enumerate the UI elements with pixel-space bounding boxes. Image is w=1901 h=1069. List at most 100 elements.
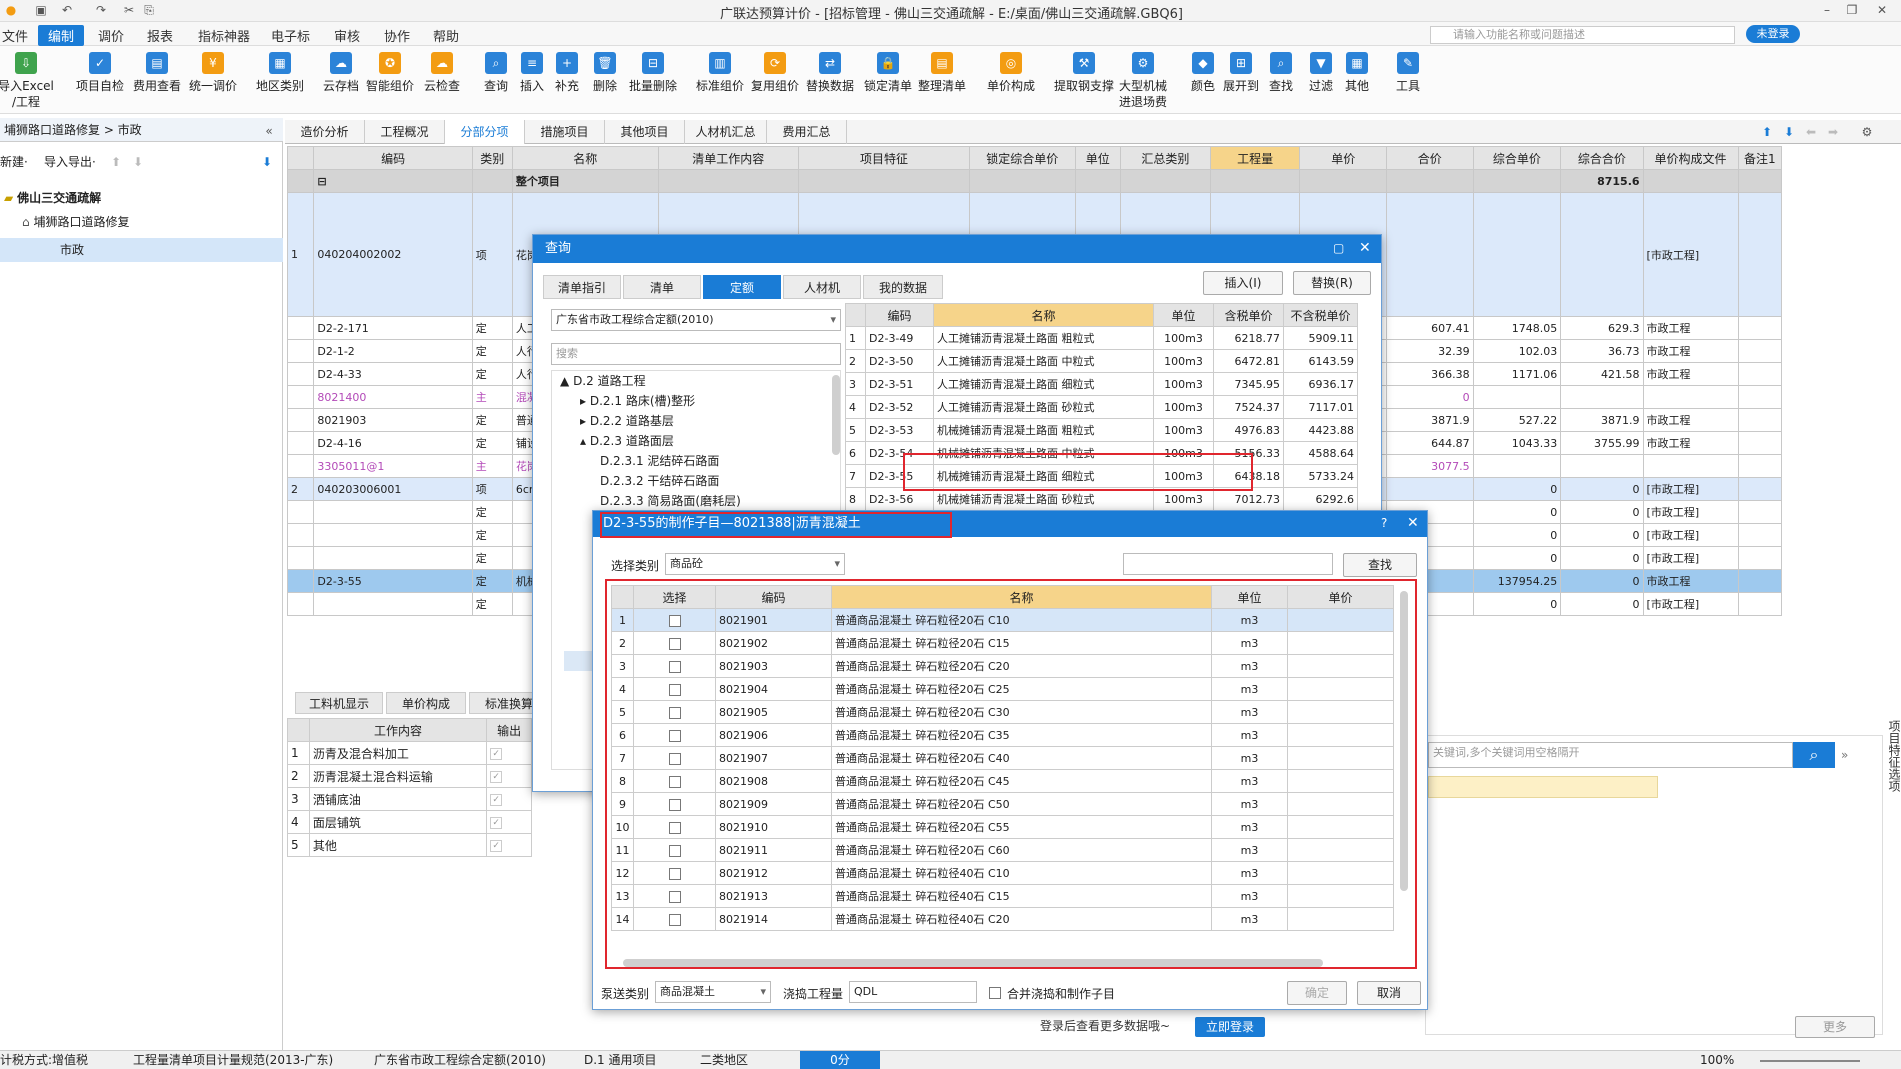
row-remark[interactable] bbox=[1737, 362, 1783, 386]
work-content[interactable]: 其他 bbox=[308, 833, 488, 857]
row-total[interactable]: 607.41 bbox=[1386, 316, 1474, 340]
redo-icon[interactable]: ↷ bbox=[94, 3, 108, 17]
col-sub-name[interactable]: 名称 bbox=[831, 585, 1212, 609]
row-remark[interactable] bbox=[1737, 523, 1783, 547]
sub-name[interactable]: 普通商品混凝土 碎石粒径20石 C35 bbox=[831, 723, 1212, 747]
sub-unit[interactable]: m3 bbox=[1211, 769, 1288, 793]
row-comp-total[interactable] bbox=[1560, 192, 1644, 317]
pump-select[interactable]: 商品混凝土 ▾ bbox=[655, 981, 771, 1003]
col-name[interactable]: 名称 bbox=[511, 146, 659, 170]
row-comp-unit[interactable] bbox=[1472, 192, 1562, 317]
col-quantity[interactable]: 工程量 bbox=[1209, 146, 1301, 170]
row-code[interactable] bbox=[313, 592, 473, 616]
sub-row[interactable]: 14 8021914 普通商品混凝土 碎石粒径40石 C20 m3 bbox=[611, 907, 1394, 931]
row-file[interactable]: 市政工程 bbox=[1642, 431, 1739, 455]
quota-unit[interactable]: 100m3 bbox=[1153, 349, 1214, 373]
arrow-right-icon[interactable]: ➡ bbox=[1826, 125, 1840, 139]
quota-untaxed[interactable]: 6292.6 bbox=[1283, 487, 1358, 511]
dtab-mydata[interactable]: 我的数据 bbox=[863, 275, 943, 299]
sub-price[interactable] bbox=[1287, 631, 1394, 655]
tab-sections[interactable]: 分部分项 bbox=[445, 120, 525, 144]
quota-untaxed[interactable]: 7117.01 bbox=[1283, 395, 1358, 419]
row-total[interactable]: 3077.5 bbox=[1386, 454, 1474, 478]
col-remark[interactable]: 备注1 bbox=[1737, 146, 1783, 170]
sub-price[interactable] bbox=[1287, 815, 1394, 839]
row-comp-total[interactable]: 0 bbox=[1560, 569, 1644, 593]
col-quota-name[interactable]: 名称 bbox=[933, 303, 1154, 327]
sub-code[interactable]: 8021906 bbox=[715, 723, 832, 747]
row-file[interactable]: [市政工程] bbox=[1642, 500, 1739, 524]
menu-help[interactable]: 帮助 bbox=[433, 26, 459, 45]
row-total[interactable]: 366.38 bbox=[1386, 362, 1474, 386]
sub-code[interactable]: 8021904 bbox=[715, 677, 832, 701]
close-icon[interactable]: ✕ bbox=[1875, 3, 1889, 17]
tools-button[interactable]: ✎ 工具 bbox=[1378, 50, 1438, 94]
menu-etender[interactable]: 电子标 bbox=[271, 26, 310, 45]
sub-row[interactable]: 11 8021911 普通商品混凝土 碎石粒径20石 C60 m3 bbox=[611, 838, 1394, 862]
move-up-icon[interactable]: ⬆ bbox=[111, 151, 121, 173]
row-total[interactable]: 3871.9 bbox=[1386, 408, 1474, 432]
row-code[interactable]: 8021903 bbox=[313, 408, 473, 432]
select-cell[interactable] bbox=[633, 884, 716, 908]
col-total[interactable]: 合价 bbox=[1386, 146, 1474, 170]
quota-untaxed[interactable]: 5909.11 bbox=[1283, 326, 1358, 350]
tree-node-municipal[interactable]: 市政 bbox=[0, 238, 283, 262]
sub-code[interactable]: 8021905 bbox=[715, 700, 832, 724]
horizontal-scrollbar[interactable] bbox=[623, 959, 1323, 967]
row-type[interactable]: 定 bbox=[471, 500, 513, 524]
row-comp-unit[interactable] bbox=[1472, 454, 1562, 478]
work-content[interactable]: 沥青及混合料加工 bbox=[308, 741, 488, 765]
maximize-icon[interactable]: ▢ bbox=[1333, 241, 1344, 255]
row-comp-total[interactable] bbox=[1560, 454, 1644, 478]
sub-unit[interactable]: m3 bbox=[1211, 815, 1288, 839]
col-comp-unit[interactable]: 综合单价 bbox=[1472, 146, 1562, 170]
sub-row[interactable]: 5 8021905 普通商品混凝土 碎石粒径20石 C30 m3 bbox=[611, 700, 1394, 724]
insert-button[interactable]: 插入(I) bbox=[1203, 271, 1283, 295]
sub-price[interactable] bbox=[1287, 792, 1394, 816]
select-cell[interactable] bbox=[633, 907, 716, 931]
col-comp-total[interactable]: 综合合价 bbox=[1560, 146, 1644, 170]
select-cell[interactable] bbox=[633, 815, 716, 839]
quota-row[interactable]: 2 D2-3-50 人工摊铺沥青混凝土路面 中粒式 100m3 6472.81 6143.… bbox=[845, 349, 1358, 373]
row-code[interactable] bbox=[313, 500, 473, 524]
sum-row[interactable]: ⊟ 整个项目 8715.6 bbox=[286, 169, 1783, 193]
col-quota-code[interactable]: 编码 bbox=[865, 303, 934, 327]
select-checkbox[interactable] bbox=[668, 821, 681, 834]
select-cell[interactable] bbox=[633, 700, 716, 724]
select-checkbox[interactable] bbox=[668, 798, 681, 811]
quota-taxed[interactable]: 7345.95 bbox=[1213, 372, 1284, 396]
row-remark[interactable] bbox=[1737, 477, 1783, 501]
tab-cost-analysis[interactable]: 造价分析 bbox=[285, 120, 365, 144]
tab-other[interactable]: 其他项目 bbox=[605, 120, 685, 144]
menu-report[interactable]: 报表 bbox=[147, 26, 173, 45]
collapse-icon[interactable]: « bbox=[262, 124, 276, 138]
vertical-scrollbar[interactable] bbox=[1400, 591, 1408, 891]
minimize-icon[interactable]: – bbox=[1820, 3, 1834, 17]
output-checkbox[interactable]: ✓ bbox=[490, 747, 503, 760]
sub-code[interactable]: 8021914 bbox=[715, 907, 832, 931]
col-select[interactable]: 选择 bbox=[633, 585, 716, 609]
sub-name[interactable]: 普通商品混凝土 碎石粒径20石 C10 bbox=[831, 608, 1212, 632]
sub-name[interactable]: 普通商品混凝土 碎石粒径20石 C55 bbox=[831, 815, 1212, 839]
close-icon[interactable]: ✕ bbox=[1359, 240, 1371, 256]
row-comp-total[interactable]: 629.3 bbox=[1560, 316, 1644, 340]
unified-price-button[interactable]: ¥ 统一调价 bbox=[183, 50, 243, 94]
work-content[interactable]: 洒铺底油 bbox=[308, 787, 488, 811]
row-code[interactable]: 8021400 bbox=[313, 385, 473, 409]
row-comp-total[interactable]: 0 bbox=[1560, 546, 1644, 570]
row-file[interactable]: [市政工程] bbox=[1642, 523, 1739, 547]
tab-overview[interactable]: 工程概况 bbox=[365, 120, 445, 144]
work-row[interactable]: 5 其他 ✓ bbox=[287, 833, 532, 857]
select-cell[interactable] bbox=[633, 746, 716, 770]
select-checkbox[interactable] bbox=[668, 706, 681, 719]
row-code[interactable] bbox=[313, 523, 473, 547]
output-checkbox[interactable]: ✓ bbox=[490, 839, 503, 852]
row-total[interactable]: 644.87 bbox=[1386, 431, 1474, 455]
menu-edit[interactable]: 编制 bbox=[38, 25, 85, 46]
sub-price[interactable] bbox=[1287, 723, 1394, 747]
tab-price-composition[interactable]: 单价构成 bbox=[386, 692, 466, 714]
row-comp-unit[interactable]: 0 bbox=[1472, 523, 1562, 547]
more-button[interactable]: 更多 bbox=[1795, 1016, 1875, 1038]
self-check-button[interactable]: ✓ 项目自检 bbox=[70, 50, 130, 94]
sub-row[interactable]: 13 8021913 普通商品混凝土 碎石粒径40石 C15 m3 bbox=[611, 884, 1394, 908]
